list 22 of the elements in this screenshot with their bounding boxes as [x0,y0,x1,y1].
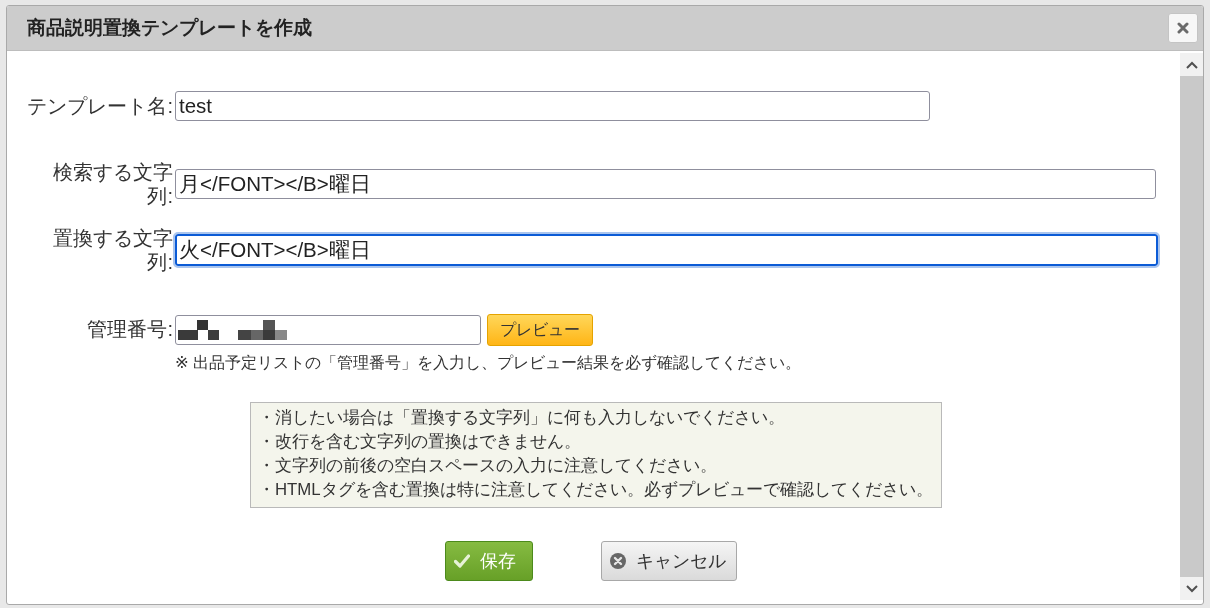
input-field[interactable]: test [175,91,930,121]
close-icon [1177,22,1189,34]
close-button[interactable] [1168,13,1198,43]
check-icon [454,553,470,569]
input-field[interactable]: 火</FONT></B>曜日 [173,232,1160,268]
cancel-button[interactable]: キャンセル [601,541,737,581]
notice-text: ・改行を含む文字列の置換はできません。 [258,431,582,453]
preview-button[interactable]: プレビュー [487,314,593,346]
notice-text: ・文字列の前後の空白スペースの入力に注意してください。 [258,455,718,477]
input-field[interactable] [175,315,481,345]
dialog-title: 商品説明置換テンプレートを作成 [27,16,312,40]
chevron-up-icon [1185,60,1198,69]
field-label: テンプレート名: [26,94,173,118]
x-circle-icon [610,553,626,569]
notice-text: ・消したい場合は「置換する文字列」に何も入力しないでください。 [258,407,786,429]
field-label: 置換する文字列: [52,226,173,274]
input-field[interactable]: 月</FONT></B>曜日 [175,169,1156,199]
field-label: 検索する文字列: [52,160,173,208]
hint-text: ※ 出品予定リストの「管理番号」を入力し、プレビュー結果を必ず確認してください。 [175,352,802,372]
chevron-down-icon [1185,584,1198,593]
field-label: 管理番号: [86,317,173,342]
notice-text: ・HTMLタグを含む置換は特に注意してください。必ずプレビューで確認してください。 [258,479,933,501]
